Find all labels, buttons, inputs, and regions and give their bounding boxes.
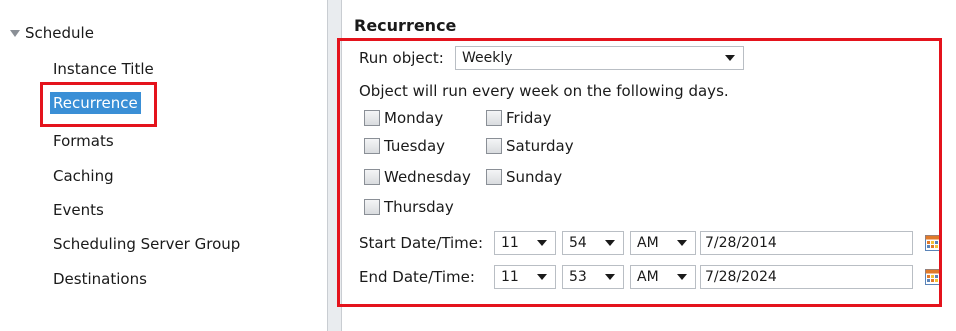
run-object-value: Weekly: [462, 50, 513, 66]
checkbox-box[interactable]: [364, 138, 380, 154]
checkbox-label: Wednesday: [384, 168, 471, 186]
checkbox-label: Monday: [384, 109, 444, 127]
chevron-down-icon: [537, 274, 547, 280]
tree-node-label: Schedule: [25, 24, 94, 42]
checkbox-box[interactable]: [486, 138, 502, 154]
start-minute-select[interactable]: 54: [562, 231, 624, 255]
chevron-down-icon: [605, 274, 615, 280]
triangle-down-icon[interactable]: [10, 30, 20, 37]
checkbox-box[interactable]: [364, 169, 380, 185]
end-ampm-value: AM: [637, 269, 659, 285]
run-object-dropdown[interactable]: Weekly: [455, 46, 744, 70]
end-datetime-label: End Date/Time:: [359, 268, 475, 286]
checkbox-sunday[interactable]: Sunday: [486, 168, 562, 186]
nav-item-instance-title[interactable]: Instance Title: [53, 60, 154, 78]
checkbox-label: Tuesday: [384, 137, 446, 155]
calendar-icon[interactable]: [925, 235, 939, 251]
start-hour-select[interactable]: 11: [494, 231, 556, 255]
schedule-nav-pane: Schedule Instance Title Recurrence Forma…: [0, 0, 328, 331]
chevron-down-icon: [677, 240, 687, 246]
nav-item-scheduling-server-group[interactable]: Scheduling Server Group: [53, 235, 240, 253]
tree-node-schedule[interactable]: Schedule: [10, 24, 94, 42]
chevron-down-icon: [725, 55, 735, 61]
days-caption: Object will run every week on the follow…: [359, 82, 729, 100]
chevron-down-icon: [605, 240, 615, 246]
nav-item-events[interactable]: Events: [53, 201, 104, 219]
section-title: Recurrence: [354, 16, 457, 35]
start-date-input[interactable]: 7/28/2014: [700, 231, 913, 255]
checkbox-monday[interactable]: Monday: [364, 109, 443, 127]
checkbox-label: Saturday: [506, 137, 574, 155]
checkbox-box[interactable]: [486, 110, 502, 126]
chevron-down-icon: [537, 240, 547, 246]
checkbox-box[interactable]: [486, 169, 502, 185]
checkbox-box[interactable]: [364, 110, 380, 126]
nav-item-caching[interactable]: Caching: [53, 167, 114, 185]
nav-item-formats[interactable]: Formats: [53, 132, 114, 150]
end-hour-select[interactable]: 11: [494, 265, 556, 289]
start-ampm-value: AM: [637, 235, 659, 251]
checkbox-saturday[interactable]: Saturday: [486, 137, 574, 155]
checkbox-label: Friday: [506, 109, 552, 127]
start-minute-value: 54: [569, 235, 587, 251]
checkbox-label: Sunday: [506, 168, 563, 186]
end-date-input[interactable]: 7/28/2024: [700, 265, 913, 289]
start-ampm-select[interactable]: AM: [630, 231, 696, 255]
end-ampm-select[interactable]: AM: [630, 265, 696, 289]
checkbox-wednesday[interactable]: Wednesday: [364, 168, 471, 186]
nav-highlight-annotation: [40, 82, 157, 127]
checkbox-thursday[interactable]: Thursday: [364, 198, 454, 216]
checkbox-tuesday[interactable]: Tuesday: [364, 137, 445, 155]
start-datetime-label: Start Date/Time:: [359, 234, 484, 252]
calendar-icon[interactable]: [925, 269, 939, 285]
chevron-down-icon: [677, 274, 687, 280]
checkbox-box[interactable]: [364, 199, 380, 215]
nav-item-destinations[interactable]: Destinations: [53, 270, 147, 288]
checkbox-friday[interactable]: Friday: [486, 109, 551, 127]
run-object-label: Run object:: [359, 49, 444, 67]
start-hour-value: 11: [501, 235, 519, 251]
start-date-value: 7/28/2014: [705, 235, 777, 251]
end-date-value: 7/28/2024: [705, 269, 777, 285]
end-minute-value: 53: [569, 269, 587, 285]
end-minute-select[interactable]: 53: [562, 265, 624, 289]
checkbox-label: Thursday: [384, 198, 454, 216]
end-hour-value: 11: [501, 269, 519, 285]
